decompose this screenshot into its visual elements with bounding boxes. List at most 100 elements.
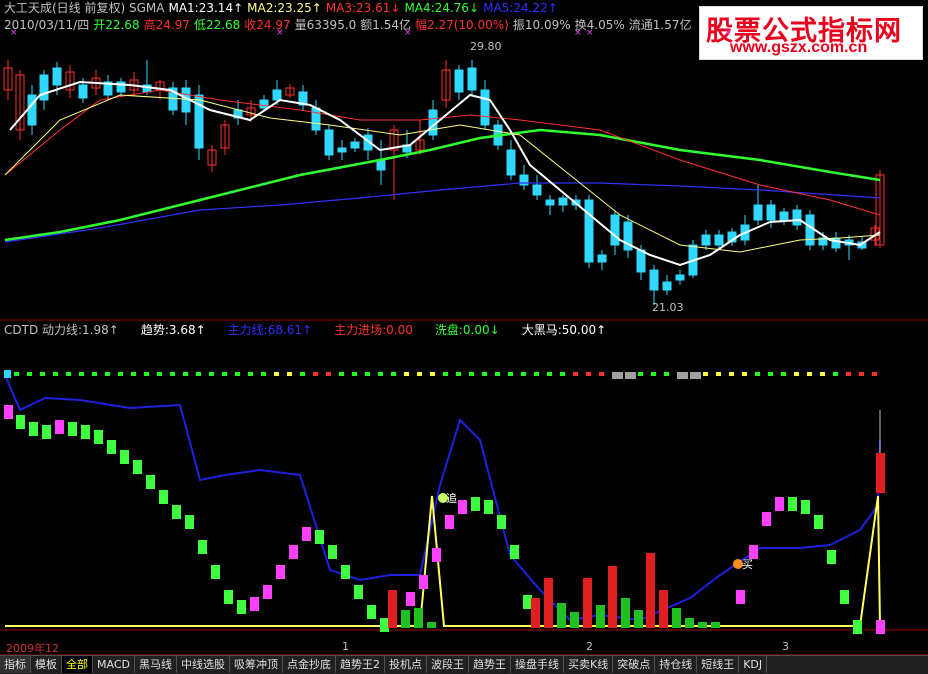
force-bar — [698, 622, 707, 628]
candle-body — [350, 141, 360, 149]
tab-17[interactable]: KDJ — [739, 656, 768, 673]
indicator-field: 主力线:68.61↑ — [227, 323, 313, 337]
trend-bar — [185, 515, 194, 529]
ma3-line — [4, 89, 881, 216]
signal-dot — [183, 372, 188, 376]
signal-dot — [391, 372, 396, 376]
signal-dot — [430, 372, 435, 376]
force-bar — [531, 598, 540, 628]
tab-2[interactable]: 全部 — [62, 656, 93, 673]
indicator-field: 主力进场:0.00 — [334, 323, 413, 337]
candle-body — [584, 199, 594, 263]
tab-14[interactable]: 突破点 — [613, 656, 656, 673]
tab-12[interactable]: 操盘手线 — [511, 656, 564, 673]
signal-dot — [508, 372, 513, 376]
indicator-field: 趋势:3.68↑ — [140, 323, 206, 337]
last-signal-bar — [876, 453, 885, 493]
trend-bar — [775, 497, 784, 511]
trend-bar — [263, 585, 272, 599]
candle-body — [480, 89, 490, 126]
signal-dot — [755, 372, 760, 376]
trend-bar — [523, 595, 532, 609]
trend-bar — [876, 620, 885, 634]
signal-dot — [352, 372, 357, 376]
tab-15[interactable]: 持仓线 — [655, 656, 698, 673]
trend-bar — [762, 512, 771, 526]
force-bar — [659, 590, 668, 628]
tab-13[interactable]: 买卖K线 — [564, 656, 614, 673]
trend-bar — [406, 592, 415, 606]
date-tick: 1 — [342, 640, 349, 653]
tab-7[interactable]: 点金抄底 — [283, 656, 336, 673]
trend-bar — [94, 430, 103, 444]
tab-6[interactable]: 吸筹冲顶 — [230, 656, 283, 673]
tab-8[interactable]: 趋势王2 — [336, 656, 385, 673]
trend-bar — [42, 425, 51, 439]
signal-dot — [404, 372, 409, 376]
candle-body — [753, 204, 763, 221]
candle-body — [27, 94, 37, 126]
signal-dot — [144, 372, 149, 376]
signal-dot — [872, 372, 877, 376]
trend-bar — [4, 405, 13, 419]
signal-dot — [443, 372, 448, 376]
top-marker: × — [586, 28, 594, 38]
trend-bar — [749, 545, 758, 559]
signal-dot — [157, 372, 162, 376]
trend-bar — [107, 440, 116, 454]
candle-body — [78, 84, 88, 99]
trend-bar — [250, 597, 259, 611]
tab-4[interactable]: 黑马线 — [135, 656, 177, 673]
signal-dot — [599, 372, 604, 376]
signal-dot — [235, 372, 240, 376]
chase-signal-icon — [438, 493, 448, 503]
candle-body — [337, 147, 347, 153]
tab-16[interactable]: 短线王 — [697, 656, 740, 673]
force-bar — [427, 622, 436, 628]
signal-dot — [638, 372, 643, 376]
signal-dot — [274, 372, 279, 376]
candle-body — [714, 234, 724, 246]
trend-bar — [840, 590, 849, 604]
tab-11[interactable]: 趋势王 — [469, 656, 511, 673]
signal-dot — [300, 372, 305, 376]
tab-3[interactable]: MACD — [93, 656, 135, 673]
signal-dot — [625, 372, 636, 379]
signal-dot — [339, 372, 344, 376]
signal-dot — [131, 372, 136, 376]
signal-dot — [222, 372, 227, 376]
signal-dot — [66, 372, 71, 376]
indicator-tab-bar: 指标 模板 全部 MACD 黑马线 中线选股 吸筹冲顶 点金抄底 趋势王2 投机点 波段王 趋势王 操盘… — [0, 655, 928, 674]
signal-dot — [209, 372, 214, 376]
signal-dot — [261, 372, 266, 376]
signal-dot — [742, 372, 747, 376]
trend-bar — [380, 618, 389, 632]
signal-dot — [469, 372, 474, 376]
signal-dot — [92, 372, 97, 376]
trend-bar — [445, 515, 454, 529]
top-marker: × — [404, 28, 412, 38]
tab-5[interactable]: 中线选股 — [177, 656, 230, 673]
signal-dot — [690, 372, 701, 379]
trend-bar — [237, 600, 246, 614]
tab-0[interactable]: 指标 — [0, 656, 31, 673]
candle-body — [779, 211, 789, 221]
trend-bar — [736, 590, 745, 604]
trend-bar — [29, 422, 38, 436]
signal-dot — [79, 372, 84, 376]
tab-1[interactable]: 模板 — [31, 656, 62, 673]
trend-bar — [159, 490, 168, 504]
signal-dot — [40, 372, 45, 376]
trend-bar — [497, 515, 506, 529]
tab-9[interactable]: 投机点 — [385, 656, 427, 673]
indicator-field: 洗盘:0.00↓ — [434, 323, 500, 337]
candle-body — [675, 274, 685, 281]
trend-bar — [328, 545, 337, 559]
candle-body — [506, 149, 516, 176]
tab-10[interactable]: 波段王 — [427, 656, 469, 673]
signal-dot — [313, 372, 318, 376]
signal-dot — [14, 372, 19, 376]
candle-body — [259, 99, 269, 109]
candle-body — [766, 204, 776, 221]
trend-bar — [458, 500, 467, 514]
